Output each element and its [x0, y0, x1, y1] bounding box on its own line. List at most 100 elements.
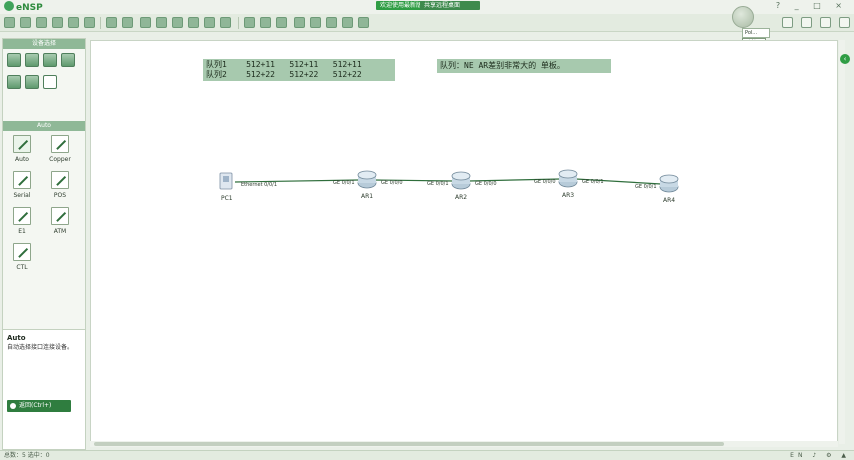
save-as-icon[interactable]	[68, 17, 79, 28]
help-icon[interactable]	[820, 17, 832, 28]
popup-tab[interactable]: Pol...	[742, 28, 770, 38]
cable-label: Serial	[13, 192, 31, 199]
horizontal-scrollbar[interactable]	[90, 441, 838, 447]
topology-icon[interactable]	[358, 17, 369, 28]
title-bar: eNSP 欢迎使用最新版 共享远程桌面 ? _ □ ×	[0, 0, 854, 14]
start-device-icon[interactable]	[294, 17, 305, 28]
device-panel: 设备选择 Auto Auto Copper Serial POS E1 ATM …	[2, 38, 86, 450]
device-panel-title: 设备选择	[3, 39, 85, 49]
interface-label: GE 0/0/0	[534, 179, 556, 185]
ensp-logo-icon	[4, 1, 14, 11]
description-box: Auto 自动选择接口连接设备。 返回(Ctrl+)	[3, 329, 85, 449]
wlan-icon[interactable]	[43, 53, 57, 67]
topology-canvas[interactable]: 队列1 512+11 512+11 512+11 队列2 512+22 512+…	[90, 40, 838, 444]
router-icon[interactable]	[357, 170, 377, 180]
router-icon[interactable]	[659, 174, 679, 184]
cable-category-header: Auto	[3, 121, 85, 131]
avatar[interactable]	[732, 6, 754, 28]
serial-cable-icon	[13, 171, 31, 189]
stop-device-icon[interactable]	[310, 17, 321, 28]
device-label[interactable]: AR1	[361, 193, 373, 200]
print-icon[interactable]	[84, 17, 95, 28]
status-text: 总数：5 选中：0	[4, 452, 50, 459]
device-label[interactable]: AR3	[562, 192, 574, 199]
cable-label: CTL	[16, 264, 28, 271]
firewall-icon[interactable]	[61, 53, 75, 67]
vertical-scrollbar[interactable]	[839, 40, 845, 444]
cable-label: Copper	[49, 156, 71, 163]
cable-e1[interactable]: E1	[7, 207, 37, 235]
atm-cable-icon	[51, 207, 69, 225]
cable-label: ATM	[53, 228, 67, 235]
delete-icon[interactable]	[172, 17, 183, 28]
e1-cable-icon	[13, 207, 31, 225]
pos-cable-icon	[51, 171, 69, 189]
cable-label: E1	[18, 228, 26, 235]
cloud-icon[interactable]	[25, 75, 39, 89]
toolbar	[0, 14, 854, 32]
interface-label: GE 0/0/1	[427, 181, 449, 187]
app-logo: eNSP	[4, 1, 43, 13]
cable-copper[interactable]: Copper	[45, 135, 75, 163]
side-panel-toggle-icon[interactable]: ‹	[840, 54, 850, 64]
text-icon[interactable]	[204, 17, 215, 28]
interface-label: GE 0/0/1	[333, 180, 355, 186]
status-bar: 总数：5 选中：0 EN ♪ ⚙ ▲	[0, 450, 854, 460]
router-icon[interactable]	[7, 53, 21, 67]
interface-label: GE 0/0/0	[475, 181, 497, 187]
topology-drawing: Ethernet 0/0/1 GE 0/0/1 GE 0/0/0 GE 0/0/1 GE…	[219, 169, 679, 204]
zoom-reset-icon[interactable]	[276, 17, 287, 28]
toolbar-divider	[100, 17, 101, 29]
new-topology-icon[interactable]	[4, 17, 15, 28]
cable-pos[interactable]: POS	[45, 171, 75, 199]
description-action-button[interactable]: 返回(Ctrl+)	[7, 400, 71, 412]
switch-icon[interactable]	[25, 53, 39, 67]
palette-icon[interactable]	[220, 17, 231, 28]
cable-ctl[interactable]: CTL	[7, 243, 37, 271]
cable-serial[interactable]: Serial	[7, 171, 37, 199]
zoom-in-icon[interactable]	[244, 17, 255, 28]
select-icon[interactable]	[140, 17, 151, 28]
auto-cable-icon	[13, 135, 31, 153]
drag-icon[interactable]	[156, 17, 167, 28]
description-text: 自动选择接口连接设备。	[7, 344, 74, 351]
pc-icon[interactable]	[7, 75, 21, 89]
device-label[interactable]: AR4	[663, 197, 675, 204]
menu-icon[interactable]	[782, 17, 794, 28]
window-controls[interactable]: ? _ □ ×	[776, 1, 848, 10]
cable-label: POS	[53, 192, 67, 199]
cable-auto[interactable]: Auto	[7, 135, 37, 163]
interface-label: GE 0/0/1	[635, 184, 657, 190]
settings-icon[interactable]	[801, 17, 813, 28]
device-label[interactable]: PC1	[221, 195, 233, 202]
delete-link-icon[interactable]	[188, 17, 199, 28]
app-name: eNSP	[16, 3, 43, 13]
cable-atm[interactable]: ATM	[45, 207, 75, 235]
interface-label: GE 0/0/1	[582, 179, 604, 185]
interface-label: Ethernet 0/0/1	[241, 182, 277, 188]
toolbar-divider	[238, 17, 239, 29]
ctl-cable-icon	[13, 243, 31, 261]
huawei-icon[interactable]	[839, 17, 850, 28]
router-icon[interactable]	[451, 171, 471, 181]
share-desktop-button[interactable]: 共享远程桌面	[420, 1, 480, 10]
console-icon[interactable]	[342, 17, 353, 28]
capture-icon[interactable]	[326, 17, 337, 28]
description-title: Auto	[7, 334, 26, 342]
copper-cable-icon	[51, 135, 69, 153]
new-example-icon[interactable]	[20, 17, 31, 28]
undo-icon[interactable]	[106, 17, 117, 28]
interface-label: GE 0/0/0	[381, 180, 403, 186]
cable-label: Auto	[15, 156, 29, 163]
system-tray: EN ♪ ⚙ ▲	[790, 452, 850, 459]
scrollbar-thumb[interactable]	[94, 442, 724, 446]
redo-icon[interactable]	[122, 17, 133, 28]
link-icon[interactable]	[43, 75, 57, 89]
zoom-out-icon[interactable]	[260, 17, 271, 28]
device-label[interactable]: AR2	[455, 194, 467, 201]
pc-screen-icon	[223, 176, 229, 182]
open-file-icon[interactable]	[36, 17, 47, 28]
toolbar-right	[777, 17, 850, 31]
save-icon[interactable]	[52, 17, 63, 28]
router-icon[interactable]	[558, 169, 578, 179]
